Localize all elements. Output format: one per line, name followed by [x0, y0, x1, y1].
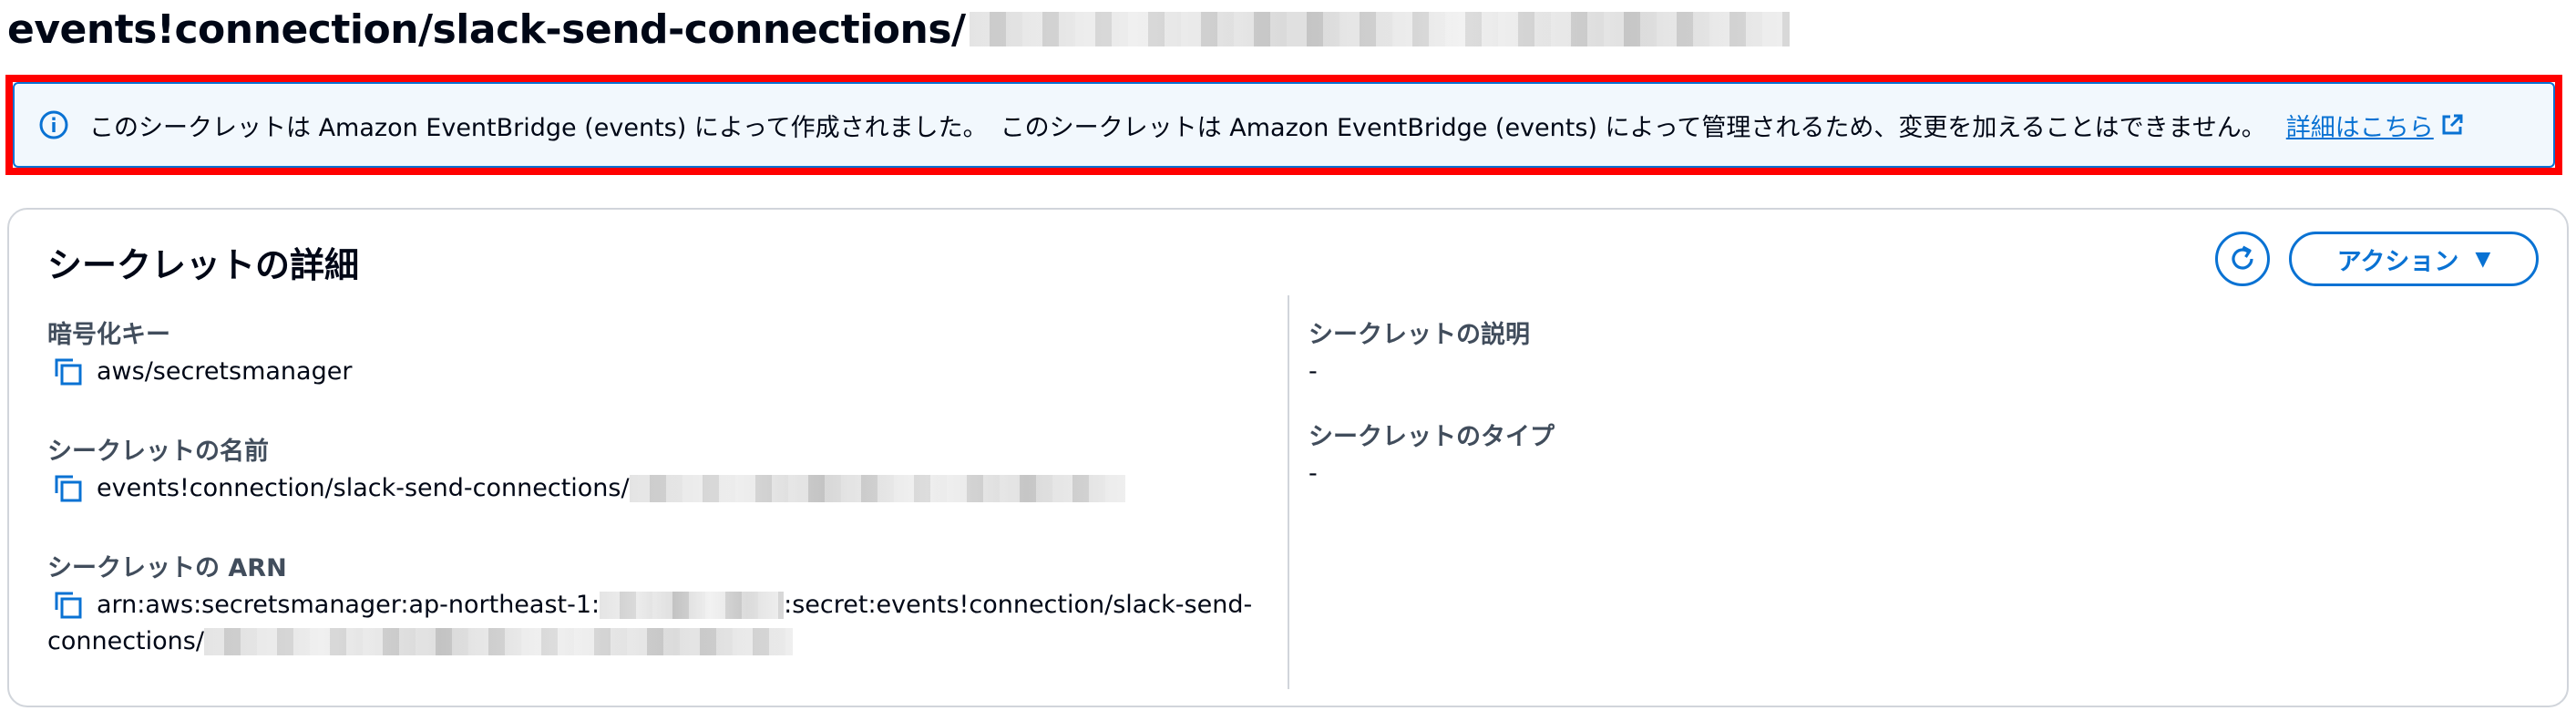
external-link-icon	[2442, 114, 2463, 135]
panel-title: シークレットの詳細	[47, 245, 360, 285]
secret-arn-middle: :secret:events!connection/slack-send-	[784, 591, 1253, 619]
secret-type-value: -	[1309, 459, 1318, 488]
secret-details-panel: シークレットの詳細 アクション ▼ 暗号化キー aws/secretsmanag…	[7, 208, 2569, 707]
secret-arn-field: シークレットの ARN arn:aws:secretsmanager:ap-no…	[47, 551, 1259, 660]
copy-icon[interactable]	[53, 590, 84, 621]
page-title: events!connection/slack-send-connections…	[7, 0, 1790, 58]
secret-name-label: シークレットの名前	[47, 438, 269, 466]
refresh-button[interactable]	[2215, 232, 2270, 286]
info-icon	[39, 110, 68, 139]
encryption-key-field: 暗号化キー aws/secretsmanager	[47, 317, 352, 390]
encryption-key-label: 暗号化キー	[47, 321, 170, 349]
copy-icon[interactable]	[53, 473, 84, 504]
info-alert: このシークレットは Amazon EventBridge (events) によ…	[13, 82, 2555, 168]
secret-description-field: シークレットの説明 -	[1309, 317, 1530, 390]
actions-dropdown-button[interactable]: アクション ▼	[2289, 232, 2539, 286]
secret-arn-line2: connections/	[47, 627, 204, 655]
secret-description-label: シークレットの説明	[1309, 321, 1530, 349]
caret-down-icon: ▼	[2475, 247, 2491, 271]
refresh-icon	[2232, 245, 2253, 270]
column-divider	[1288, 295, 1289, 689]
learn-more-link[interactable]: 詳細はこちら	[2286, 108, 2465, 143]
redacted-account-id	[600, 592, 785, 619]
secret-type-label: シークレットのタイプ	[1309, 423, 1555, 451]
secret-name-value: events!connection/slack-send-connections…	[97, 474, 630, 502]
alert-message-managed: このシークレットは Amazon EventBridge (events) によ…	[1000, 113, 2266, 142]
learn-more-link-label[interactable]: 詳細はこちら	[2286, 108, 2434, 143]
redacted-secret-suffix	[969, 12, 1790, 46]
redacted-secret-name-suffix	[629, 475, 1125, 502]
page-title-text: events!connection/slack-send-connections…	[7, 5, 966, 53]
secret-arn-label: シークレットの ARN	[47, 554, 287, 582]
secret-arn-prefix: arn:aws:secretsmanager:ap-northeast-1:	[97, 591, 600, 619]
alert-message-created: このシークレットは Amazon EventBridge (events) によ…	[89, 113, 988, 142]
secret-type-field: シークレットのタイプ -	[1309, 419, 1555, 492]
redacted-arn-suffix	[203, 628, 793, 655]
secret-name-field: シークレットの名前 events!connection/slack-send-c…	[47, 434, 1125, 507]
copy-icon[interactable]	[53, 356, 84, 387]
secret-description-value: -	[1309, 357, 1318, 386]
actions-button-label[interactable]: アクション	[2337, 242, 2459, 277]
encryption-key-value: aws/secretsmanager	[97, 357, 353, 386]
